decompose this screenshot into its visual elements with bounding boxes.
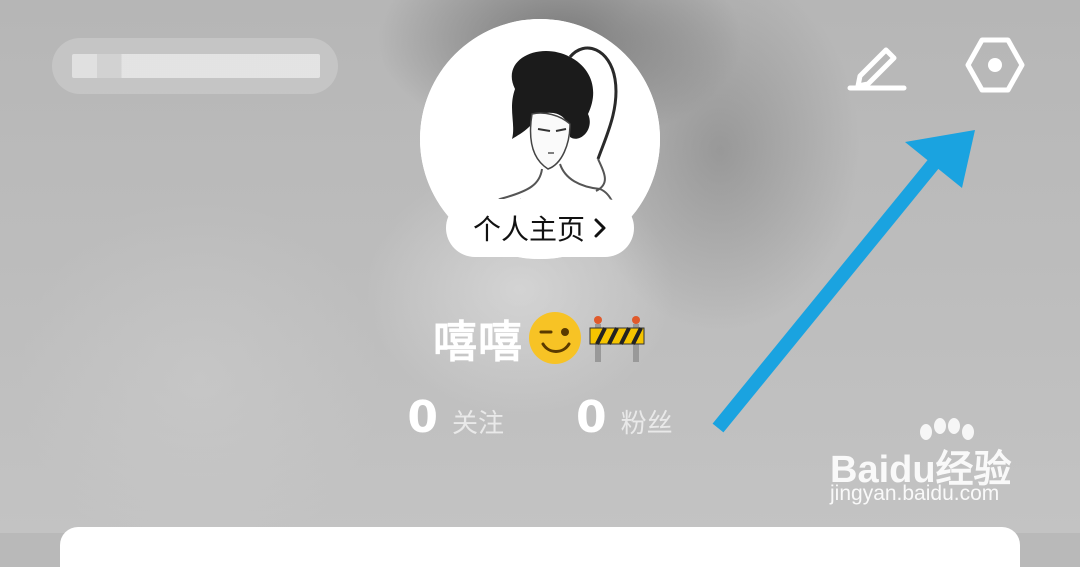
baidu-jingyan-watermark: Baidu经验 jingyan.baidu.com — [826, 418, 1026, 508]
content-card — [60, 527, 1020, 567]
watermark-url: jingyan.baidu.com — [830, 482, 1000, 505]
